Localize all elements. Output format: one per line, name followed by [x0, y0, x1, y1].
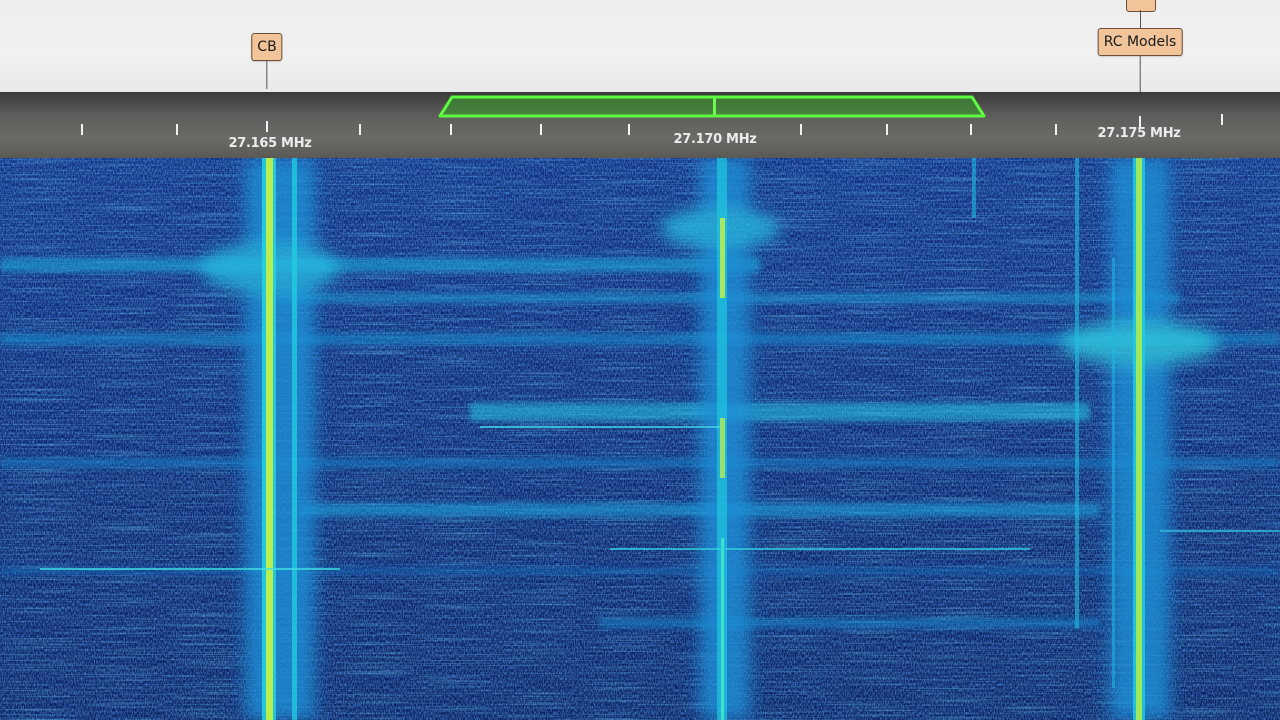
bookmark-label-rc-models[interactable]: RC Models: [1097, 28, 1183, 56]
center-carrier-trace: [717, 158, 727, 720]
filter-bandwidth-window[interactable]: [438, 92, 986, 118]
ruler-tick: [886, 124, 888, 135]
bookmark-strip: CB RC Models: [0, 0, 1280, 92]
frequency-ruler[interactable]: 27.165 MHz 27.170 MHz 27.175 MHz: [0, 92, 1280, 158]
frequency-label: 27.175 MHz: [1097, 126, 1181, 141]
ruler-tick: [628, 124, 630, 135]
bookmark-tag-offscreen[interactable]: [1126, 0, 1156, 12]
bookmark-stem: [266, 61, 268, 89]
frequency-label: 27.170 MHz: [673, 132, 757, 147]
bookmark-rc-models[interactable]: RC Models: [1097, 28, 1183, 92]
ruler-tick: [81, 124, 83, 135]
ruler-tick: [176, 124, 178, 135]
bookmark-cb[interactable]: CB: [251, 33, 283, 89]
ruler-tick: [450, 124, 452, 135]
ruler-tick: [970, 124, 972, 135]
ruler-tick: [1221, 114, 1223, 125]
ruler-tick-major: [266, 121, 268, 132]
ruler-tick: [1055, 124, 1057, 135]
waterfall-spectrogram: [0, 158, 1280, 720]
frequency-label: 27.165 MHz: [228, 136, 312, 151]
bookmark-stem: [1139, 56, 1141, 92]
ruler-tick: [800, 124, 802, 135]
ruler-tick: [359, 124, 361, 135]
sdr-receiver-window: CB RC Models 27.165 MHz 27.170 MHz 27.17…: [0, 0, 1280, 720]
waterfall-display[interactable]: [0, 158, 1280, 720]
bookmark-stem: [1140, 10, 1141, 30]
tuned-frequency-marker[interactable]: [713, 96, 716, 116]
bookmark-label-cb[interactable]: CB: [251, 33, 283, 61]
ruler-tick: [540, 124, 542, 135]
